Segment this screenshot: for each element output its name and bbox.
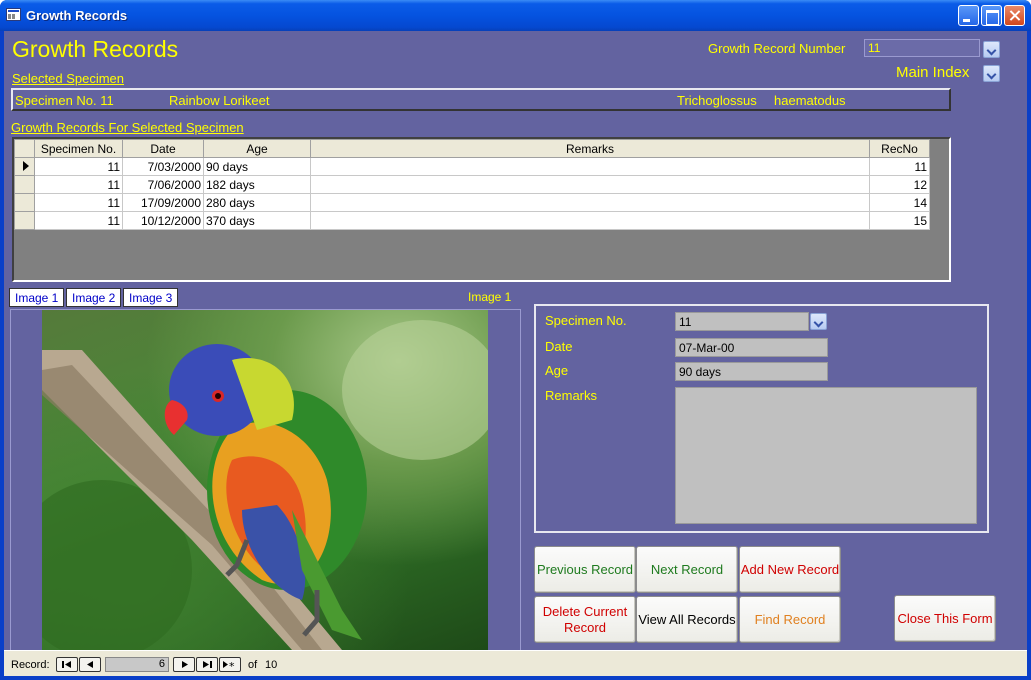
previous-record-button[interactable]: Previous Record xyxy=(534,546,636,593)
row-selector[interactable] xyxy=(14,175,35,194)
detail-remarks-label: Remarks xyxy=(545,388,598,403)
form-title: Growth Records xyxy=(12,36,179,62)
cell-age[interactable]: 280 days xyxy=(203,193,311,212)
record-detail-panel: Specimen No. 11 Date 07-Mar-00 Age 90 da… xyxy=(534,304,989,533)
add-new-record-button[interactable]: Add New Record xyxy=(739,546,841,593)
app-window: Growth Records Growth Records Growth Rec… xyxy=(0,0,1031,680)
specimen-photo xyxy=(42,310,488,650)
column-header-age[interactable]: Age xyxy=(203,139,311,158)
cell-date[interactable]: 7/06/2000 xyxy=(122,175,204,194)
cell-specimen-no[interactable]: 11 xyxy=(34,175,123,194)
detail-age-label: Age xyxy=(545,363,569,378)
previous-icon xyxy=(87,661,93,668)
table-row[interactable]: 11 10/12/2000 370 days 15 xyxy=(14,211,930,230)
cell-remarks[interactable] xyxy=(310,211,870,230)
window-title: Growth Records xyxy=(26,8,128,23)
common-name: Rainbow Lorikeet xyxy=(169,93,270,108)
image-1-button[interactable]: Image 1 xyxy=(9,288,65,307)
first-record-icon xyxy=(62,661,71,668)
table-row[interactable]: 11 17/09/2000 280 days 14 xyxy=(14,193,930,212)
record-number-label: Growth Record Number xyxy=(708,41,846,56)
cell-age[interactable]: 90 days xyxy=(203,157,311,176)
lorikeet-illustration xyxy=(42,320,488,650)
detail-date-label: Date xyxy=(545,339,573,354)
main-index-label: Main Index xyxy=(896,64,970,81)
last-record-button[interactable] xyxy=(196,657,218,672)
of-label: of xyxy=(248,659,258,671)
grid-header-row: Specimen No. Date Age Remarks RecNo xyxy=(14,139,930,158)
detail-age-field[interactable]: 90 days xyxy=(675,362,828,381)
cell-date[interactable]: 17/09/2000 xyxy=(122,193,204,212)
cell-age[interactable]: 370 days xyxy=(203,211,311,230)
cell-remarks[interactable] xyxy=(310,193,870,212)
cell-age[interactable]: 182 days xyxy=(203,175,311,194)
detail-date-field[interactable]: 07-Mar-00 xyxy=(675,338,828,357)
title-bar[interactable]: Growth Records xyxy=(0,0,1031,31)
next-record-button[interactable]: Next Record xyxy=(636,546,738,593)
row-selector[interactable] xyxy=(14,157,35,176)
main-index-dropdown-button[interactable] xyxy=(983,65,1000,82)
record-number-combo[interactable]: 11 xyxy=(864,39,980,57)
image-2-button[interactable]: Image 2 xyxy=(66,288,122,307)
record-label: Record: xyxy=(11,659,50,671)
selected-specimen-panel: Specimen No. 11 Rainbow Lorikeet Trichog… xyxy=(11,88,951,111)
new-record-icon: * xyxy=(223,660,235,673)
cell-date[interactable]: 10/12/2000 xyxy=(122,211,204,230)
growth-records-heading: Growth Records For Selected Specimen xyxy=(11,120,244,135)
detail-remarks-field[interactable] xyxy=(675,387,977,524)
column-header-recno[interactable]: RecNo xyxy=(869,139,930,158)
view-all-records-button[interactable]: View All Records xyxy=(636,596,738,643)
species: haematodus xyxy=(774,93,846,108)
cell-remarks[interactable] xyxy=(310,157,870,176)
detail-specimen-dropdown-button[interactable] xyxy=(810,313,827,330)
record-navigation-bar: Record: 6 * of 10 xyxy=(4,650,1027,676)
maximize-button[interactable] xyxy=(981,5,1002,26)
find-record-button[interactable]: Find Record xyxy=(739,596,841,643)
current-record-number[interactable]: 6 xyxy=(105,657,169,672)
cell-date[interactable]: 7/03/2000 xyxy=(122,157,204,176)
column-header-remarks[interactable]: Remarks xyxy=(310,139,870,158)
next-record-nav-button[interactable] xyxy=(173,657,195,672)
new-record-nav-button[interactable]: * xyxy=(219,657,241,673)
table-row[interactable]: 11 7/06/2000 182 days 12 xyxy=(14,175,930,194)
close-window-button[interactable] xyxy=(1004,5,1025,26)
current-row-pointer-icon xyxy=(23,160,29,171)
image-3-button[interactable]: Image 3 xyxy=(123,288,179,307)
close-form-button[interactable]: Close This Form xyxy=(894,595,996,642)
svg-text:*: * xyxy=(229,660,235,671)
selected-specimen-heading: Selected Specimen xyxy=(12,71,125,86)
cell-remarks[interactable] xyxy=(310,175,870,194)
row-selector[interactable] xyxy=(14,193,35,212)
table-row[interactable]: 11 7/03/2000 90 days 11 xyxy=(14,157,930,176)
row-selector-header xyxy=(14,139,35,158)
genus: Trichoglossus xyxy=(677,93,757,108)
column-header-date[interactable]: Date xyxy=(122,139,204,158)
cell-specimen-no[interactable]: 11 xyxy=(34,193,123,212)
column-header-specimen-no[interactable]: Specimen No. xyxy=(34,139,123,158)
previous-record-nav-button[interactable] xyxy=(79,657,101,672)
minimize-button[interactable] xyxy=(958,5,979,26)
cell-recno[interactable]: 15 xyxy=(869,211,930,230)
current-image-label: Image 1 xyxy=(468,290,512,304)
cell-recno[interactable]: 14 xyxy=(869,193,930,212)
total-records: 10 xyxy=(265,659,278,671)
detail-specimen-combo[interactable]: 11 xyxy=(675,312,809,331)
cell-recno[interactable]: 11 xyxy=(869,157,930,176)
form-body: Growth Records Growth Record Number 11 M… xyxy=(4,31,1027,676)
cell-specimen-no[interactable]: 11 xyxy=(34,211,123,230)
cell-recno[interactable]: 12 xyxy=(869,175,930,194)
next-icon xyxy=(182,661,188,668)
record-number-dropdown-button[interactable] xyxy=(983,41,1000,58)
row-selector[interactable] xyxy=(14,211,35,230)
last-record-icon xyxy=(203,661,212,668)
growth-records-grid[interactable]: Specimen No. Date Age Remarks RecNo 11 7… xyxy=(12,137,951,282)
first-record-button[interactable] xyxy=(56,657,78,672)
specimen-number: Specimen No. 11 xyxy=(15,93,114,108)
detail-specimen-label: Specimen No. xyxy=(545,313,627,328)
detail-specimen-value: 11 xyxy=(679,315,692,329)
form-icon xyxy=(6,8,21,21)
delete-current-record-button[interactable]: Delete Current Record xyxy=(534,596,636,643)
record-number-value: 11 xyxy=(868,41,881,55)
cell-specimen-no[interactable]: 11 xyxy=(34,157,123,176)
